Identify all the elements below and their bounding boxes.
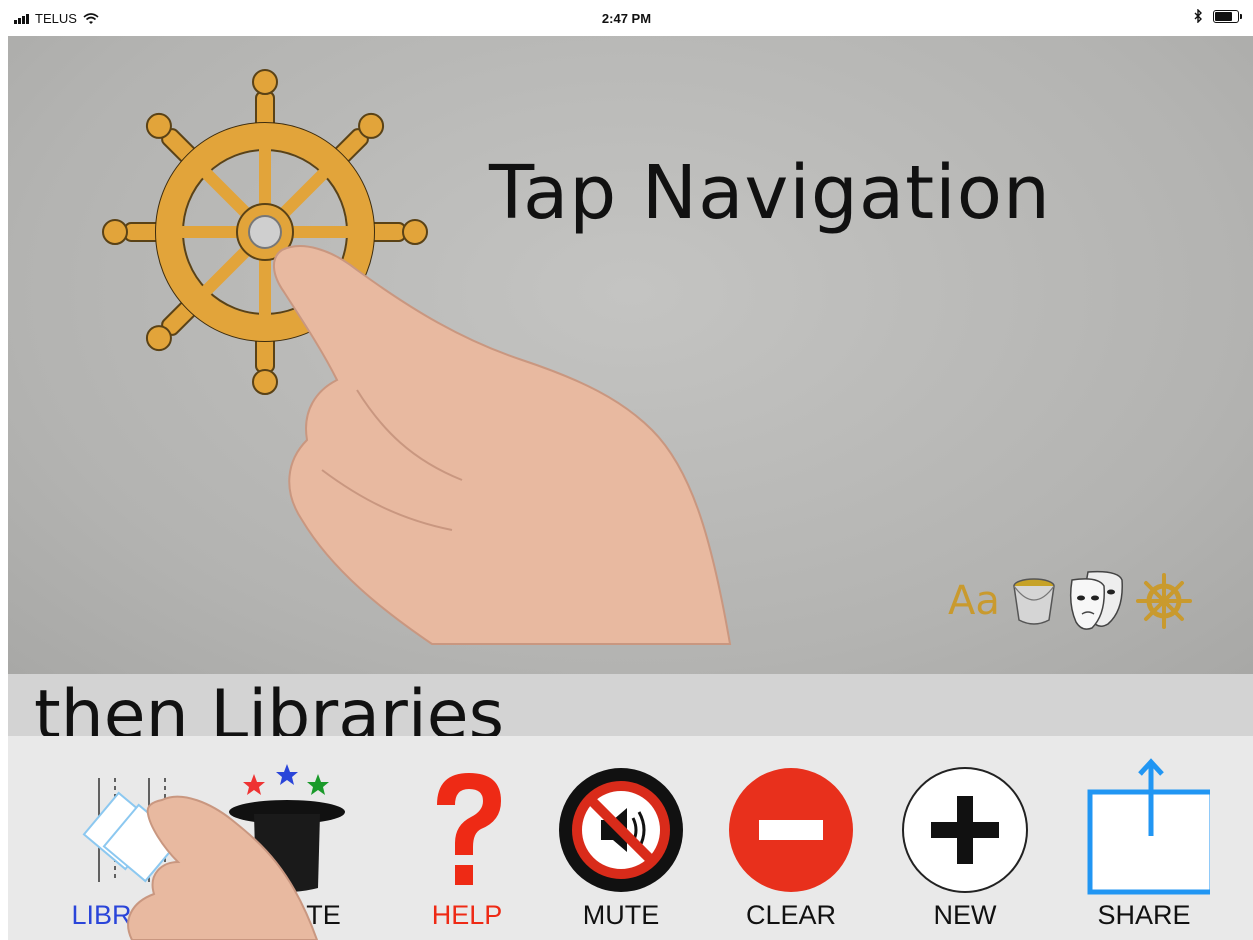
help-label: HELP bbox=[431, 900, 503, 930]
mute-speaker-icon bbox=[559, 768, 683, 892]
battery-icon bbox=[1213, 9, 1242, 23]
theater-masks-icon[interactable] bbox=[1068, 570, 1126, 632]
status-right bbox=[1194, 9, 1242, 23]
new-button[interactable]: NEW bbox=[890, 736, 1040, 936]
pointing-hand-small-image bbox=[127, 795, 319, 940]
mute-icon-wrap bbox=[546, 762, 696, 898]
status-bar: TELUS 2:47 PM bbox=[0, 0, 1253, 36]
clear-minus-icon bbox=[729, 768, 853, 892]
mute-button[interactable]: MUTE bbox=[546, 736, 696, 936]
pointing-hand-image bbox=[273, 245, 732, 645]
share-icon bbox=[1087, 758, 1210, 895]
mute-label: MUTE bbox=[582, 900, 660, 930]
share-icon-wrap bbox=[1069, 754, 1219, 900]
share-label: SHARE bbox=[1097, 900, 1191, 930]
screen-title: Tap Navigation bbox=[489, 150, 1051, 236]
text-style-icon[interactable]: Aa bbox=[948, 578, 1000, 624]
bluetooth-icon bbox=[1194, 9, 1202, 23]
tool-icons: Aa bbox=[948, 570, 1192, 632]
clear-button[interactable]: CLEAR bbox=[716, 736, 866, 936]
status-time: 2:47 PM bbox=[601, 11, 652, 26]
new-icon-wrap bbox=[890, 762, 1040, 898]
new-label: NEW bbox=[933, 900, 997, 930]
help-icon-wrap bbox=[392, 762, 542, 898]
ship-wheel-small-icon[interactable] bbox=[1135, 573, 1192, 629]
clear-icon-wrap bbox=[716, 762, 866, 898]
clear-label: CLEAR bbox=[745, 900, 837, 930]
help-button[interactable]: HELP bbox=[392, 736, 542, 936]
paint-bucket-icon[interactable] bbox=[1010, 574, 1058, 628]
question-mark-icon bbox=[437, 773, 501, 885]
plus-icon bbox=[902, 767, 1028, 893]
share-button[interactable]: SHARE bbox=[1069, 736, 1219, 936]
